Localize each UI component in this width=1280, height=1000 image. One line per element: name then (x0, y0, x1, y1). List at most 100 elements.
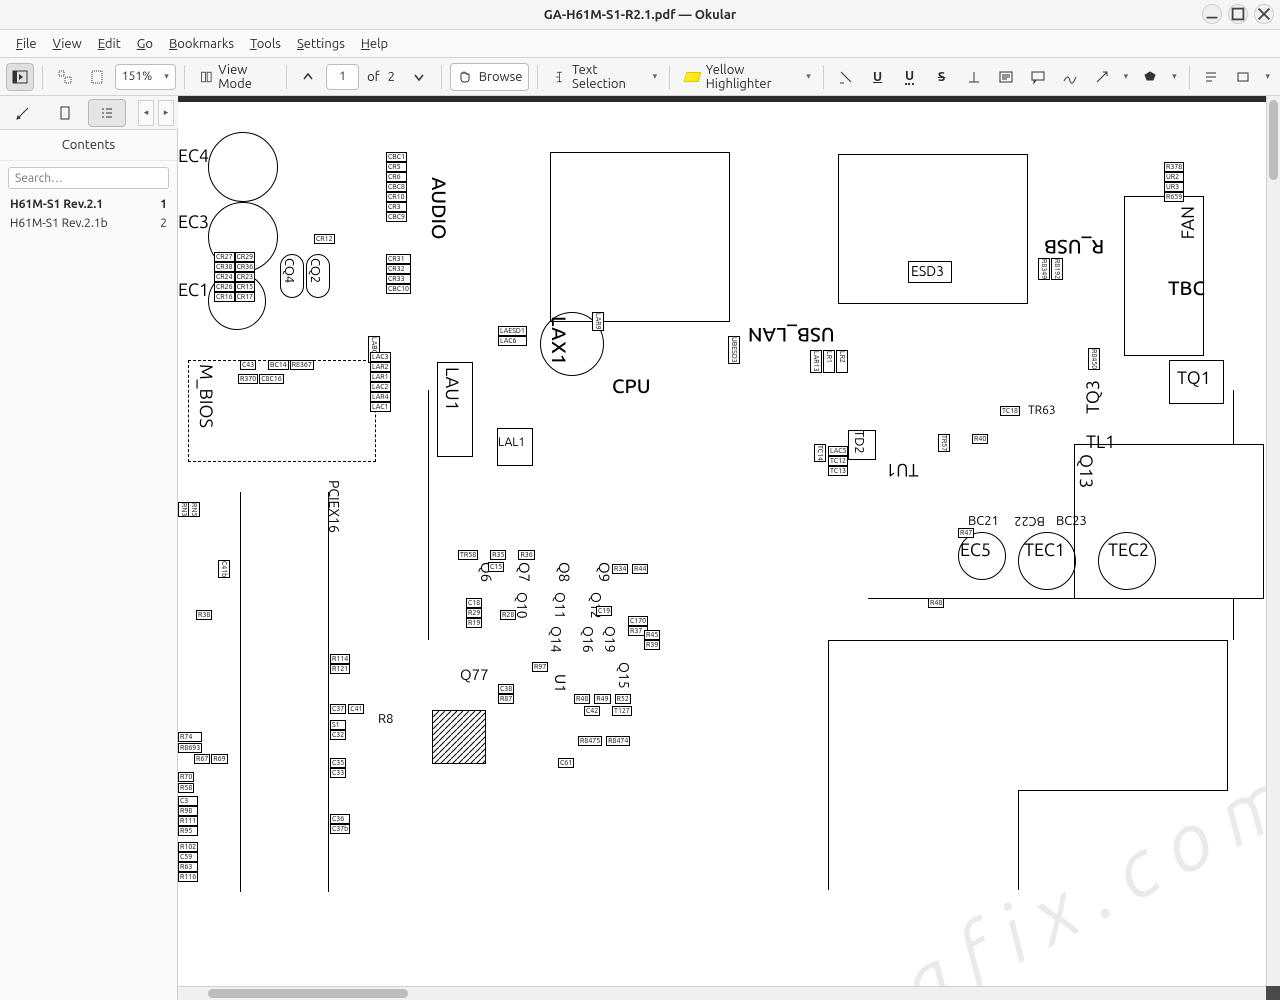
label-tec2: TEC2 (1108, 540, 1149, 560)
label-usb-lan: USB_LAN (748, 324, 835, 347)
label-lau1: LAU1 (442, 367, 462, 411)
shapes-dropdown[interactable]: ▾ (1120, 71, 1133, 82)
horizontal-scrollbar-thumb[interactable] (208, 989, 408, 998)
text-selection-button[interactable]: Text Selection (546, 63, 644, 91)
highlighter-label: Yellow Highlighter (706, 63, 792, 91)
label-tbc: TBC (1168, 276, 1205, 299)
label-tr63: TR63 (1028, 404, 1056, 417)
sidepanel-tab-contents[interactable] (88, 99, 126, 127)
note-popup-button[interactable] (1024, 63, 1052, 91)
page-canvas[interactable]: AUDIO CPU LAX1 LAU1 LAL1 USB_LAN ESD3 R_… (178, 102, 1266, 986)
menu-file[interactable]: File (8, 33, 45, 55)
contents-search-wrap (0, 161, 177, 195)
underline-u-button[interactable]: U (864, 63, 892, 91)
highlighter-button[interactable]: Yellow Highlighter (678, 63, 798, 91)
label-td2: TD2 (852, 430, 866, 454)
sidepanel-nav-prev[interactable]: ◂ (138, 100, 154, 126)
side-panel: ◂ ▸ Contents H61M-S1 Rev.2.1 1 H61M-S1 R… (0, 96, 178, 1000)
close-button[interactable] (1254, 4, 1274, 24)
audio-block-outline (550, 152, 730, 322)
fit-width-button[interactable] (83, 63, 111, 91)
text-cursor-icon (553, 69, 566, 85)
toc-item-label: H61M-S1 Rev.2.1 (10, 198, 103, 211)
view-mode-label: View Mode (218, 63, 270, 91)
vertical-scrollbar[interactable] (1266, 96, 1280, 986)
sidebar-toggle-button[interactable] (6, 63, 34, 91)
label-tq1: TQ1 (1177, 368, 1211, 388)
text-selection-label: Text Selection (572, 63, 638, 91)
arrow-annot-button[interactable] (1088, 63, 1116, 91)
label-r-usb: R_USB (1044, 236, 1104, 259)
menu-edit[interactable]: Edit (90, 33, 129, 55)
toc-item-page: 1 (160, 198, 167, 211)
strikethrough-button[interactable]: S (928, 63, 956, 91)
label-ec1: EC1 (178, 280, 209, 300)
side-panel-tabs: ◂ ▸ (0, 96, 178, 130)
menu-go[interactable]: Go (129, 33, 161, 55)
contents-search-input[interactable] (8, 167, 169, 189)
r48-line (868, 598, 1238, 599)
zoom-value: 151% (122, 70, 152, 83)
view-mode-button[interactable]: View Mode (193, 63, 278, 91)
sidepanel-tab-annotations[interactable] (4, 99, 42, 127)
underline-u2-button[interactable]: U (896, 63, 924, 91)
label-ec4: EC4 (178, 146, 209, 166)
label-ec3: EC3 (178, 212, 209, 232)
page-number-input[interactable]: 1 (326, 64, 359, 90)
window-title: GA-H61M-S1-R2.1.pdf — Okular (544, 8, 736, 22)
page-total-label: 2 (388, 70, 401, 84)
align-button[interactable] (1197, 63, 1225, 91)
title-bar: GA-H61M-S1-R2.1.pdf — Okular (0, 0, 1280, 30)
document-viewport[interactable]: AUDIO CPU LAX1 LAU1 LAL1 USB_LAN ESD3 R_… (178, 96, 1280, 1000)
toolbar: 151% ▾ View Mode 1 of 2 Browse Text Sele… (0, 58, 1280, 96)
browse-tool-button[interactable]: Browse (450, 63, 530, 91)
toc-item-page: 2 (160, 217, 167, 230)
sidepanel-nav-next[interactable]: ▸ (158, 100, 174, 126)
stamp-button[interactable] (1136, 63, 1164, 91)
menu-bookmarks[interactable]: Bookmarks (161, 33, 242, 55)
label-bc23: BC23 (1056, 514, 1087, 528)
sidepanel-tab-bookmarks[interactable] (46, 99, 84, 127)
toc-item[interactable]: H61M-S1 Rev.2.1 1 (0, 195, 177, 214)
label-esd3: ESD3 (911, 263, 944, 279)
freehand-button[interactable] (1056, 63, 1084, 91)
note-inline-button[interactable] (992, 63, 1020, 91)
hatched-block (432, 710, 486, 764)
window-controls (1202, 4, 1274, 24)
pciex16-line2 (328, 492, 329, 892)
zoom-select-button[interactable] (51, 63, 79, 91)
menu-tools[interactable]: Tools (242, 33, 289, 55)
label-lal1: LAL1 (498, 436, 525, 449)
underline-annot-button[interactable] (832, 63, 860, 91)
label-cpu: CPU (612, 374, 651, 397)
pciex16-line (240, 492, 241, 892)
menu-view[interactable]: View (45, 33, 90, 55)
browse-label: Browse (479, 70, 523, 84)
hand-icon (457, 69, 473, 85)
label-cq2: CQ2 (308, 258, 322, 283)
next-page-button[interactable] (405, 63, 433, 91)
stamp-dropdown[interactable]: ▾ (1168, 71, 1181, 82)
vertical-scrollbar-thumb[interactable] (1269, 100, 1278, 180)
rect-annot-button[interactable] (1229, 63, 1257, 91)
label-q13: Q13 (1076, 454, 1096, 488)
menu-help[interactable]: Help (353, 33, 396, 55)
label-lax1: LAX1 (548, 316, 571, 365)
label-tl1: TL1 (1086, 432, 1115, 452)
toc-item[interactable]: H61M-S1 Rev.2.1b 2 (0, 214, 177, 233)
maximize-button[interactable] (1228, 4, 1248, 24)
label-audio: AUDIO (428, 177, 451, 240)
menu-settings[interactable]: Settings (289, 33, 353, 55)
zoom-level-combobox[interactable]: 151% ▾ (115, 64, 176, 90)
rect-dropdown[interactable]: ▾ (1261, 71, 1274, 82)
prev-page-button[interactable] (294, 63, 322, 91)
text-selection-dropdown[interactable]: ▾ (649, 71, 662, 82)
highlighter-dropdown[interactable]: ▾ (802, 71, 815, 82)
label-fan: FAN (1178, 206, 1198, 239)
label-tc18: TC18 (1000, 406, 1020, 416)
main-area: ◂ ▸ Contents H61M-S1 Rev.2.1 1 H61M-S1 R… (0, 96, 1280, 1000)
insert-text-button[interactable] (960, 63, 988, 91)
minimize-button[interactable] (1202, 4, 1222, 24)
horizontal-scrollbar[interactable] (178, 986, 1266, 1000)
label-r48: R48 (928, 598, 944, 608)
